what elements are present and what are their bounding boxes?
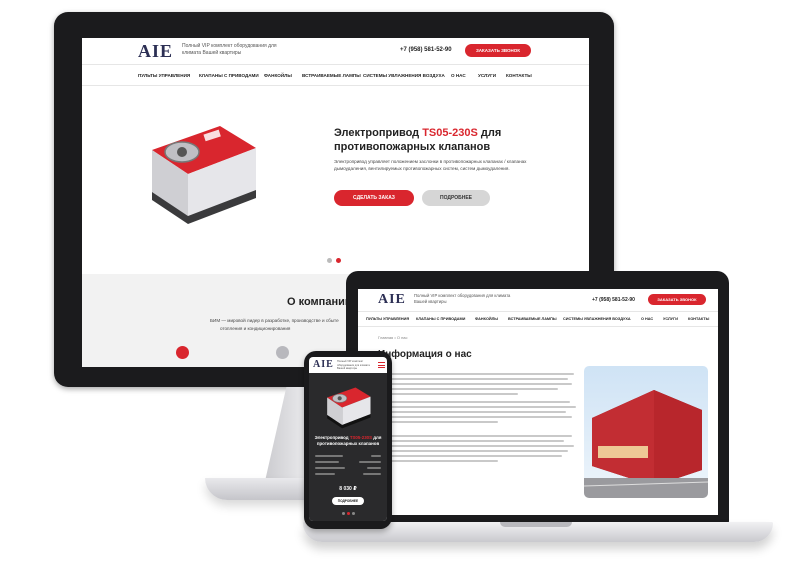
body-text-paragraph xyxy=(378,435,578,465)
nav-item-valves[interactable]: КЛАПАНЫ С ПРИВОДАМИ xyxy=(416,317,465,321)
desktop-header: AIE Полный VIP комплект оборудования для… xyxy=(82,38,589,64)
product-price: 8 030 ₽ xyxy=(339,486,357,492)
callback-button[interactable]: ЗАКАЗАТЬ ЗВОНОК xyxy=(465,44,531,57)
nav-item-remotes[interactable]: ПУЛЬТЫ УПРАВЛЕНИЯ xyxy=(138,73,190,78)
nav-item-valves[interactable]: КЛАПАНЫ С ПРИВОДАМИ xyxy=(199,73,259,78)
nav-item-fancoils[interactable]: ФАНКОЙЛЫ xyxy=(475,317,498,321)
body-text-paragraph xyxy=(378,373,578,398)
nav-item-services[interactable]: УСЛУГИ xyxy=(663,317,678,321)
phone-screen: AIE Полный VIP комплект оборудования для… xyxy=(309,357,387,521)
nav-item-humidifiers[interactable]: СИСТЕМЫ УВЛАЖНЕНИЯ ВОЗДУХА xyxy=(363,73,445,78)
slider-dot-1[interactable] xyxy=(342,512,345,515)
spec-row xyxy=(315,473,381,478)
slide-title-prefix: Электропривод xyxy=(334,127,423,139)
slider-dot-2[interactable] xyxy=(347,512,350,515)
hero-slider: Электропривод TS05-230S для противопожар… xyxy=(82,86,589,274)
laptop-notch xyxy=(500,522,572,527)
nav-item-lamps[interactable]: ВСТРАИВАЕМЫЕ ЛАМПЫ xyxy=(508,317,557,321)
breadcrumb[interactable]: Главная • О нас xyxy=(378,335,408,340)
nav-item-about[interactable]: О НАС xyxy=(451,73,466,78)
slide-description: Электропривод управляет положением засло… xyxy=(334,159,527,171)
phone: AIE Полный VIP комплект оборудования для… xyxy=(304,351,392,529)
more-button[interactable]: ПОДРОБНЕЕ xyxy=(422,190,490,206)
brand-logo[interactable]: AIE xyxy=(138,41,173,62)
callback-button[interactable]: ЗАКАЗАТЬ ЗВОНОК xyxy=(648,294,706,305)
nav-item-lamps[interactable]: ВСТРАИВАЕМЫЕ ЛАМПЫ xyxy=(302,73,361,78)
nav-item-fancoils[interactable]: ФАНКОЙЛЫ xyxy=(264,73,292,78)
header-phone[interactable]: +7 (958) 581-52-90 xyxy=(400,47,452,53)
order-button[interactable]: СДЕЛАТЬ ЗАКАЗ xyxy=(334,190,414,206)
desktop-nav: ПУЛЬТЫ УПРАВЛЕНИЯ КЛАПАНЫ С ПРИВОДАМИ ФА… xyxy=(82,64,589,86)
menu-icon[interactable] xyxy=(378,362,385,368)
phone-hero-slide: Электропривод TS05-230S для противопожар… xyxy=(309,373,387,521)
laptop-screen: AIE Полный VIP комплект оборудования для… xyxy=(358,289,718,515)
laptop: AIE Полный VIP комплект оборудования для… xyxy=(346,271,729,523)
about-feature-icon xyxy=(276,346,289,359)
nav-item-humidifiers[interactable]: СИСТЕМЫ УВЛАЖНЕНИЯ ВОЗДУХА xyxy=(563,317,631,321)
spec-row xyxy=(315,461,381,466)
phone-slide-title: Электропривод TS05-230S для противопожар… xyxy=(313,435,383,447)
page-title: Информация о нас xyxy=(378,349,472,360)
brand-logo[interactable]: AIE xyxy=(378,292,406,308)
slider-dot-2[interactable] xyxy=(336,258,341,263)
about-title: О компании xyxy=(287,296,352,308)
laptop-nav: ПУЛЬТЫ УПРАВЛЕНИЯ КЛАПАНЫ С ПРИВОДАМИ ФА… xyxy=(358,311,718,327)
brand-tagline: Полный VIP комплект оборудования для кли… xyxy=(182,43,277,56)
about-text-line-1: БИМ — мировой лидер в разработке, произв… xyxy=(210,318,339,323)
spec-row xyxy=(315,467,381,472)
slide-title: Электропривод TS05-230S для противопожар… xyxy=(334,126,534,154)
brand-logo[interactable]: AIE xyxy=(313,359,334,370)
slide-title-prefix: Электропривод xyxy=(314,435,350,440)
about-feature-icon xyxy=(176,346,189,359)
spec-row xyxy=(315,455,381,460)
slide-title-model: TS05-230S xyxy=(349,435,373,440)
more-button[interactable]: ПОДРОБНЕЕ xyxy=(332,497,364,505)
body-text-paragraph xyxy=(378,401,578,426)
nav-item-remotes[interactable]: ПУЛЬТЫ УПРАВЛЕНИЯ xyxy=(366,317,409,321)
nav-item-contacts[interactable]: КОНТАКТЫ xyxy=(688,317,709,321)
header-phone[interactable]: +7 (958) 581-52-90 xyxy=(592,297,635,303)
about-text-line-2: отопления и кондиционирования xyxy=(220,326,291,331)
actuator-product-image xyxy=(152,126,256,224)
nav-item-services[interactable]: УСЛУГИ xyxy=(478,73,496,78)
slide-title-model: TS05-230S xyxy=(422,127,478,139)
slider-dot-1[interactable] xyxy=(327,258,332,263)
actuator-product-image xyxy=(327,387,371,429)
brand-tagline: Полный VIP комплект оборудования для кли… xyxy=(414,293,511,304)
slider-dot-3[interactable] xyxy=(352,512,355,515)
brand-tagline: Полный VIP комплект оборудования для кли… xyxy=(337,360,370,371)
nav-item-about[interactable]: О НАС xyxy=(641,317,653,321)
building-photo xyxy=(584,366,708,498)
nav-item-contacts[interactable]: КОНТАКТЫ xyxy=(506,73,532,78)
